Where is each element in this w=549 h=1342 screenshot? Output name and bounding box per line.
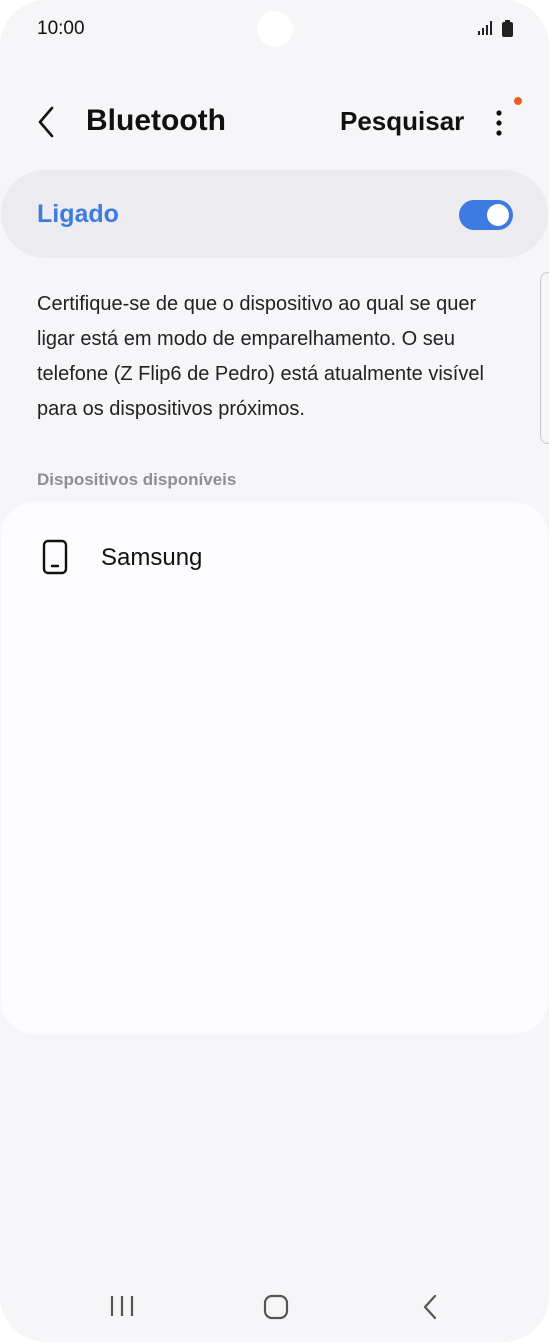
phone-icon [42,539,68,575]
device-name: Samsung [101,544,203,571]
device-item-samsung[interactable]: Samsung [1,522,548,592]
switch-knob [487,204,509,226]
camera-cutout [257,11,293,47]
scroll-indicator[interactable] [540,272,549,444]
back-icon[interactable] [420,1293,440,1321]
home-icon[interactable] [263,1294,289,1320]
bluetooth-toggle-card[interactable]: Ligado [1,170,548,258]
search-button[interactable]: Pesquisar [340,106,464,137]
available-devices-list: Samsung [1,502,548,1034]
notification-dot [514,97,522,105]
bluetooth-switch[interactable] [459,200,513,230]
bluetooth-toggle-label: Ligado [37,200,119,228]
chevron-left-icon[interactable] [30,104,64,140]
page-title: Bluetooth [86,104,226,137]
signal-icon [478,21,492,35]
available-devices-label: Dispositivos disponíveis [37,470,237,489]
app-header: Bluetooth Pesquisar [0,88,549,156]
info-text: Certifique-se de que o dispositivo ao qu… [37,293,484,420]
battery-icon [502,20,513,37]
more-vertical-icon[interactable] [486,100,514,144]
status-bar: 10:00 [0,0,549,60]
status-time: 10:00 [37,18,85,39]
screen: 10:00 Bluetooth Pesquisar Ligado Certifi… [0,0,549,1342]
recent-apps-icon[interactable] [108,1294,136,1318]
navigation-bar [0,1280,549,1332]
